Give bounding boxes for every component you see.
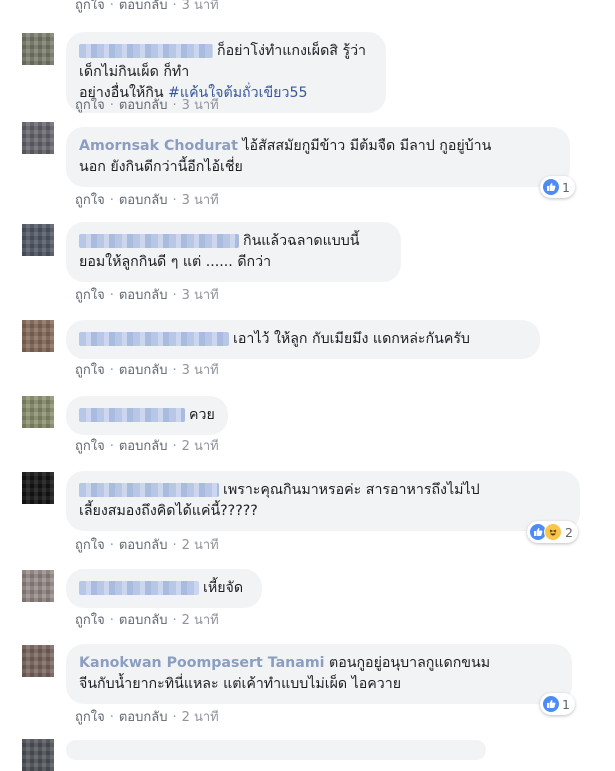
- commenter-name-blurred[interactable]: [79, 332, 229, 346]
- separator: ·: [172, 288, 177, 303]
- reaction-summary[interactable]: 1: [540, 693, 575, 715]
- reply-link[interactable]: ตอบกลับ: [119, 534, 168, 555]
- like-link[interactable]: ถูกใจ: [75, 609, 105, 630]
- separator: ·: [172, 538, 177, 553]
- comment-text: จีนกับน้ำยากะทินี่แหละ แต่เค้าทำแบบไม่เผ…: [79, 676, 402, 692]
- timestamp[interactable]: 3 นาที: [182, 359, 219, 380]
- reaction-count: 1: [562, 696, 570, 712]
- comment-text: ตอนกูอยู่อนุบาลกูแดกขนม: [329, 655, 491, 671]
- reply-link[interactable]: ตอบกลับ: [119, 94, 168, 115]
- separator: ·: [172, 0, 177, 13]
- separator: ·: [109, 98, 114, 113]
- timestamp[interactable]: 2 นาที: [182, 534, 219, 555]
- comment-actions: ถูกใจ · ตอบกลับ · 2 นาที: [75, 435, 219, 456]
- reply-link[interactable]: ตอบกลับ: [119, 189, 168, 210]
- avatar[interactable]: [22, 33, 54, 65]
- like-link[interactable]: ถูกใจ: [75, 189, 105, 210]
- timestamp[interactable]: 2 นาที: [182, 706, 219, 727]
- like-link[interactable]: ถูกใจ: [75, 534, 105, 555]
- like-link[interactable]: ถูกใจ: [75, 359, 105, 380]
- comment-text: กินแล้วฉลาดแบบนี้: [243, 233, 360, 249]
- avatar[interactable]: [22, 570, 54, 602]
- comment-bubble: เหี้ยจัด: [66, 569, 262, 608]
- comment-text: ควย: [189, 407, 215, 423]
- separator: ·: [172, 193, 177, 208]
- separator: ·: [109, 193, 114, 208]
- comment-bubble: [66, 740, 486, 760]
- reaction-summary[interactable]: 2: [527, 521, 578, 543]
- comment-actions: ถูกใจ · ตอบกลับ · 3 นาที: [75, 94, 219, 115]
- timestamp[interactable]: 3 นาที: [182, 94, 219, 115]
- comment-actions: ถูกใจ · ตอบกลับ · 2 นาที: [75, 534, 219, 555]
- reply-link[interactable]: ตอบกลับ: [119, 435, 168, 456]
- comment-text: เอาไว้ ให้ลูก กับเมียมึง แดกหล่ะกันครับ: [233, 331, 470, 347]
- timestamp[interactable]: 2 นาที: [182, 609, 219, 630]
- timestamp[interactable]: 2 นาที: [182, 435, 219, 456]
- avatar[interactable]: [22, 122, 54, 154]
- haha-reaction-icon: [544, 523, 562, 541]
- timestamp[interactable]: 3 นาที: [182, 189, 219, 210]
- timestamp[interactable]: 3 นาที: [182, 284, 219, 305]
- avatar[interactable]: [22, 320, 54, 352]
- like-link[interactable]: ถูกใจ: [75, 94, 105, 115]
- commenter-name-blurred[interactable]: [79, 234, 239, 248]
- separator: ·: [172, 710, 177, 725]
- commenter-name-blurred[interactable]: [79, 44, 213, 58]
- separator: ·: [109, 363, 114, 378]
- comment-text: ไอ้สัสสมัยกูมีข้าว มีต้มจืด มีลาป กูอยู่…: [242, 138, 492, 154]
- separator: ·: [109, 439, 114, 454]
- comment-bubble: เอาไว้ ให้ลูก กับเมียมึง แดกหล่ะกันครับ: [66, 320, 540, 359]
- separator: ·: [109, 613, 114, 628]
- comment-text: เลี้ยงสมองถึงคิดได้แค่นี้?????: [79, 503, 258, 519]
- separator: ·: [109, 710, 114, 725]
- reply-link[interactable]: ตอบกลับ: [119, 0, 168, 15]
- avatar[interactable]: [22, 739, 54, 771]
- commenter-name-blurred[interactable]: [79, 408, 185, 422]
- separator: ·: [172, 98, 177, 113]
- comment-actions: ถูกใจ · ตอบกลับ · 3 นาที: [75, 359, 219, 380]
- commenter-name-blurred[interactable]: [79, 483, 219, 497]
- like-reaction-icon: [543, 179, 559, 195]
- comment-text: นอก ยังกินดีกว่านี้อีกไอ้เชี่ย: [79, 159, 243, 175]
- like-reaction-icon: [543, 696, 559, 712]
- like-link[interactable]: ถูกใจ: [75, 706, 105, 727]
- reaction-count: 2: [565, 524, 573, 540]
- avatar[interactable]: [22, 645, 54, 677]
- separator: ·: [172, 439, 177, 454]
- like-link[interactable]: ถูกใจ: [75, 435, 105, 456]
- comment-actions: ถูกใจ · ตอบกลับ · 2 นาที: [75, 609, 219, 630]
- separator: ·: [109, 288, 114, 303]
- comment-bubble: ควย: [66, 396, 228, 435]
- reply-link[interactable]: ตอบกลับ: [119, 359, 168, 380]
- comment-bubble: กินแล้วฉลาดแบบนี้ ยอมให้ลูกกินดี ๆ แต่ .…: [66, 222, 401, 282]
- like-link[interactable]: ถูกใจ: [75, 0, 105, 15]
- separator: ·: [172, 363, 177, 378]
- comment-actions: ถูกใจ · ตอบกลับ · 3 นาที: [75, 284, 219, 305]
- reply-link[interactable]: ตอบกลับ: [119, 284, 168, 305]
- reply-link[interactable]: ตอบกลับ: [119, 706, 168, 727]
- comment-text: ยอมให้ลูกกินดี ๆ แต่ ...... ดีกว่า: [79, 254, 272, 270]
- reaction-count: 1: [562, 179, 570, 195]
- reply-link[interactable]: ตอบกลับ: [119, 609, 168, 630]
- separator: ·: [109, 0, 114, 13]
- commenter-name-blurred[interactable]: [79, 581, 199, 595]
- comment-actions: ถูกใจ · ตอบกลับ · 2 นาที: [75, 706, 219, 727]
- comment-bubble: Amornsak Chodurat ไอ้สัสสมัยกูมีข้าว มีต…: [66, 127, 570, 187]
- separator: ·: [172, 613, 177, 628]
- commenter-name[interactable]: Kanokwan Poompasert Tanami: [79, 655, 325, 671]
- reaction-summary[interactable]: 1: [540, 176, 575, 198]
- comment-bubble: Kanokwan Poompasert Tanami ตอนกูอยู่อนุบ…: [66, 644, 572, 704]
- comment-text: เพราะคุณกินมาหรอค่ะ สารอาหารถึงไม่ไป: [223, 482, 480, 498]
- comment-actions: ถูกใจ · ตอบกลับ · 3 นาที: [75, 189, 219, 210]
- commenter-name[interactable]: Amornsak Chodurat: [79, 138, 238, 154]
- separator: ·: [109, 538, 114, 553]
- comment-text: เหี้ยจัด: [203, 580, 244, 596]
- like-link[interactable]: ถูกใจ: [75, 284, 105, 305]
- comment-bubble: เพราะคุณกินมาหรอค่ะ สารอาหารถึงไม่ไป เลี…: [66, 471, 580, 531]
- avatar[interactable]: [22, 396, 54, 428]
- avatar[interactable]: [22, 472, 54, 504]
- avatar[interactable]: [22, 224, 54, 256]
- timestamp[interactable]: 3 นาที: [182, 0, 219, 15]
- comment-actions: ถูกใจ · ตอบกลับ · 3 นาที: [75, 0, 219, 15]
